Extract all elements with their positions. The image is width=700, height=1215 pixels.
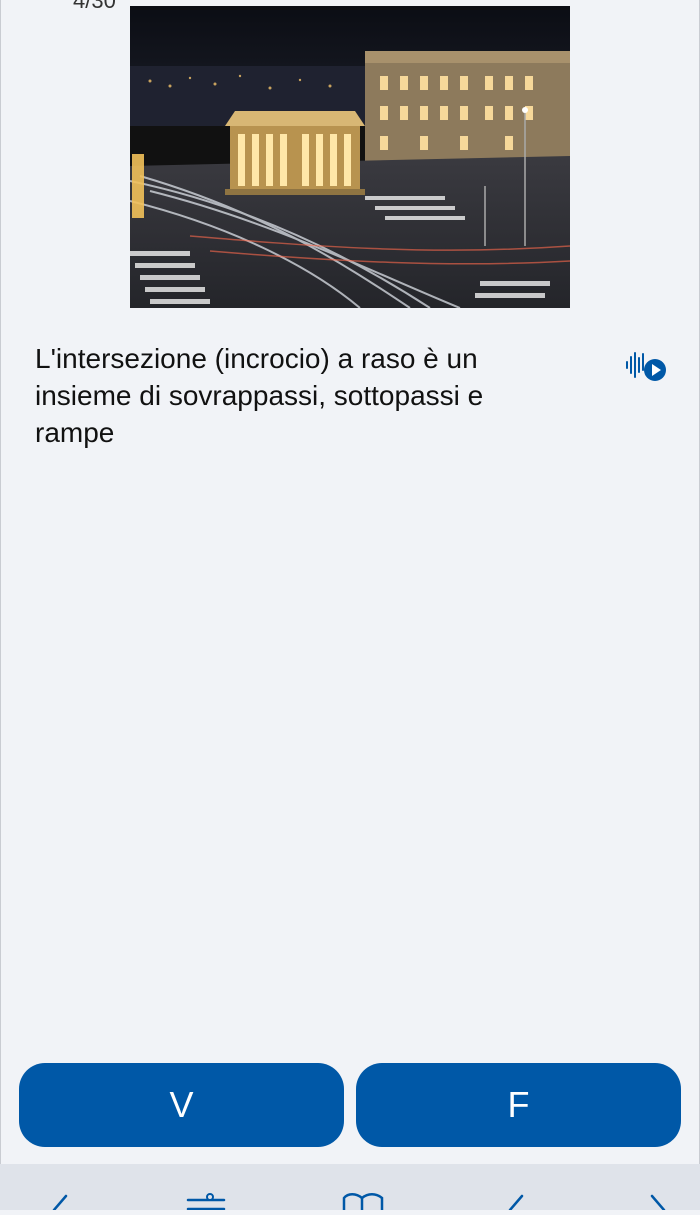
question-text: L'intersezione (incrocio) a raso è un in… [35, 343, 484, 448]
book-icon [342, 1193, 384, 1210]
chevron-left-icon [52, 1194, 68, 1212]
question-image [130, 6, 570, 308]
answer-buttons: V F [19, 1063, 681, 1147]
screen-left-border [0, 0, 1, 1165]
manual-button[interactable] [338, 1188, 388, 1210]
question-counter: 4/30 [73, 0, 116, 13]
settings-button[interactable] [182, 1188, 232, 1211]
false-answer-button[interactable]: F [356, 1063, 681, 1147]
next-button[interactable] [636, 1188, 686, 1212]
audio-play-button[interactable] [624, 348, 668, 384]
bottom-navigation-bar [0, 1164, 700, 1212]
filter-sliders-icon [186, 1193, 226, 1211]
previous-button[interactable] [36, 1188, 86, 1212]
check-icon [508, 1194, 524, 1212]
audio-play-icon [626, 352, 666, 381]
confirm-button[interactable] [490, 1188, 540, 1212]
true-answer-button[interactable]: V [19, 1063, 344, 1147]
chevron-right-icon [650, 1194, 666, 1212]
